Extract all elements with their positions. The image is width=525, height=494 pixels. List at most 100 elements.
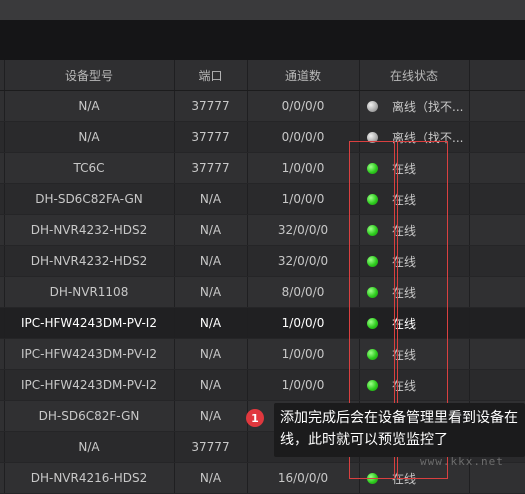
column-header-model[interactable]: 设备型号 xyxy=(4,60,174,90)
device-model: IPC-HFW4243DM-PV-I2 xyxy=(21,378,157,392)
device-status: 在线 xyxy=(359,308,469,338)
device-model: DH-SD6C82FA-GN xyxy=(35,192,143,206)
column-header-channels[interactable]: 通道数 xyxy=(247,60,359,90)
device-port: N/A xyxy=(199,285,222,299)
device-status: 在线 xyxy=(359,370,469,400)
status-label: 在线 xyxy=(392,223,417,238)
top-toolbar xyxy=(0,0,525,20)
table-row[interactable]: DH-SD6C82FA-GN N/A 1/0/0/0 在线 xyxy=(0,184,525,215)
online-status-icon xyxy=(367,348,378,360)
online-status-icon xyxy=(367,472,378,484)
offline-status-icon xyxy=(367,100,378,112)
table-row[interactable]: TC6C 37777 1/0/0/0 在线 xyxy=(0,153,525,184)
device-extra xyxy=(469,153,525,183)
online-status-icon xyxy=(367,379,378,391)
device-port: 37777 xyxy=(191,161,230,175)
device-model: DH-NVR4232-HDS2 xyxy=(30,223,148,237)
status-label: 在线 xyxy=(392,192,417,207)
device-model: DH-SD6C82F-GN xyxy=(38,409,140,423)
device-port: N/A xyxy=(199,378,222,392)
status-label: 在线 xyxy=(392,378,417,393)
status-label: 在线 xyxy=(392,471,417,486)
status-label: 在线 xyxy=(392,316,417,331)
device-port: N/A xyxy=(199,223,222,237)
device-extra xyxy=(469,91,525,121)
device-status: 离线（找不... xyxy=(359,91,469,121)
watermark: www.kkx.net xyxy=(420,455,504,468)
step-badge: 1 xyxy=(246,409,264,427)
online-status-icon xyxy=(367,224,378,236)
offline-status-icon xyxy=(367,131,378,143)
device-extra xyxy=(469,122,525,152)
device-model: TC6C xyxy=(73,161,105,175)
device-model: DH-NVR4232-HDS2 xyxy=(30,254,148,268)
table-row[interactable]: N/A 37777 0/0/0/0 离线（找不... xyxy=(0,122,525,153)
online-status-icon xyxy=(367,255,378,267)
device-extra xyxy=(469,277,525,307)
online-status-icon xyxy=(367,193,378,205)
device-model: N/A xyxy=(78,130,100,144)
device-model: IPC-HFW4243DM-PV-I2 xyxy=(21,316,157,330)
device-model: IPC-HFW4243DM-PV-I2 xyxy=(21,347,157,361)
online-status-icon xyxy=(367,317,378,329)
online-status-icon xyxy=(367,286,378,298)
device-model: DH-NVR4216-HDS2 xyxy=(30,471,148,485)
device-model: DH-NVR1108 xyxy=(49,285,129,299)
device-port: N/A xyxy=(199,316,222,330)
device-channels: 1/0/0/0 xyxy=(281,316,325,330)
status-label: 在线 xyxy=(392,347,417,362)
device-channels: 1/0/0/0 xyxy=(281,347,325,361)
column-header-port[interactable]: 端口 xyxy=(174,60,247,90)
device-model: N/A xyxy=(78,440,100,454)
device-extra xyxy=(469,370,525,400)
device-status: 在线 xyxy=(359,277,469,307)
device-channels: 1/0/0/0 xyxy=(281,192,325,206)
device-port: N/A xyxy=(199,192,222,206)
device-extra xyxy=(469,308,525,338)
device-status: 在线 xyxy=(359,153,469,183)
device-extra xyxy=(469,184,525,214)
column-header-extra[interactable] xyxy=(469,60,525,90)
device-port: 37777 xyxy=(191,99,230,113)
status-label: 离线（找不... xyxy=(392,99,464,114)
table-row[interactable]: DH-NVR1108 N/A 8/0/0/0 在线 xyxy=(0,277,525,308)
device-port: 37777 xyxy=(191,440,230,454)
annotation-tooltip: 添加完成后会在设备管理里看到设备在线，此时就可以预览监控了 xyxy=(274,403,525,457)
device-channels: 16/0/0/0 xyxy=(277,471,329,485)
device-extra xyxy=(469,339,525,369)
device-channels: 32/0/0/0 xyxy=(277,254,329,268)
toolbar-band xyxy=(0,20,525,60)
table-header: 设备型号 端口 通道数 在线状态 xyxy=(0,60,525,91)
device-extra xyxy=(469,215,525,245)
column-header-status[interactable]: 在线状态 xyxy=(359,60,469,90)
status-label: 在线 xyxy=(392,161,417,176)
status-label: 在线 xyxy=(392,285,417,300)
table-row[interactable]: N/A 37777 0/0/0/0 离线（找不... xyxy=(0,91,525,122)
device-model: N/A xyxy=(78,99,100,113)
table-row[interactable]: IPC-HFW4243DM-PV-I2 N/A 1/0/0/0 在线 xyxy=(0,339,525,370)
table-row[interactable]: DH-NVR4232-HDS2 N/A 32/0/0/0 在线 xyxy=(0,246,525,277)
table-row[interactable]: IPC-HFW4243DM-PV-I2 N/A 1/0/0/0 在线 xyxy=(0,308,525,339)
device-port: N/A xyxy=(199,254,222,268)
table-row[interactable]: DH-NVR4232-HDS2 N/A 32/0/0/0 在线 xyxy=(0,215,525,246)
device-channels: 8/0/0/0 xyxy=(281,285,325,299)
device-channels: 1/0/0/0 xyxy=(281,161,325,175)
device-status: 在线 xyxy=(359,184,469,214)
device-status: 在线 xyxy=(359,215,469,245)
device-channels: 1/0/0/0 xyxy=(281,378,325,392)
status-label: 离线（找不... xyxy=(392,130,464,145)
table-row[interactable]: IPC-HFW4243DM-PV-I2 N/A 1/0/0/0 在线 xyxy=(0,370,525,401)
device-port: N/A xyxy=(199,347,222,361)
status-label: 在线 xyxy=(392,254,417,269)
device-channels: 0/0/0/0 xyxy=(281,99,325,113)
device-status: 在线 xyxy=(359,246,469,276)
device-channels: 32/0/0/0 xyxy=(277,223,329,237)
online-status-icon xyxy=(367,162,378,174)
device-status: 离线（找不... xyxy=(359,122,469,152)
device-status: 在线 xyxy=(359,339,469,369)
device-port: N/A xyxy=(199,409,222,423)
device-extra xyxy=(469,246,525,276)
device-port: 37777 xyxy=(191,130,230,144)
device-channels: 0/0/0/0 xyxy=(281,130,325,144)
device-port: N/A xyxy=(199,471,222,485)
